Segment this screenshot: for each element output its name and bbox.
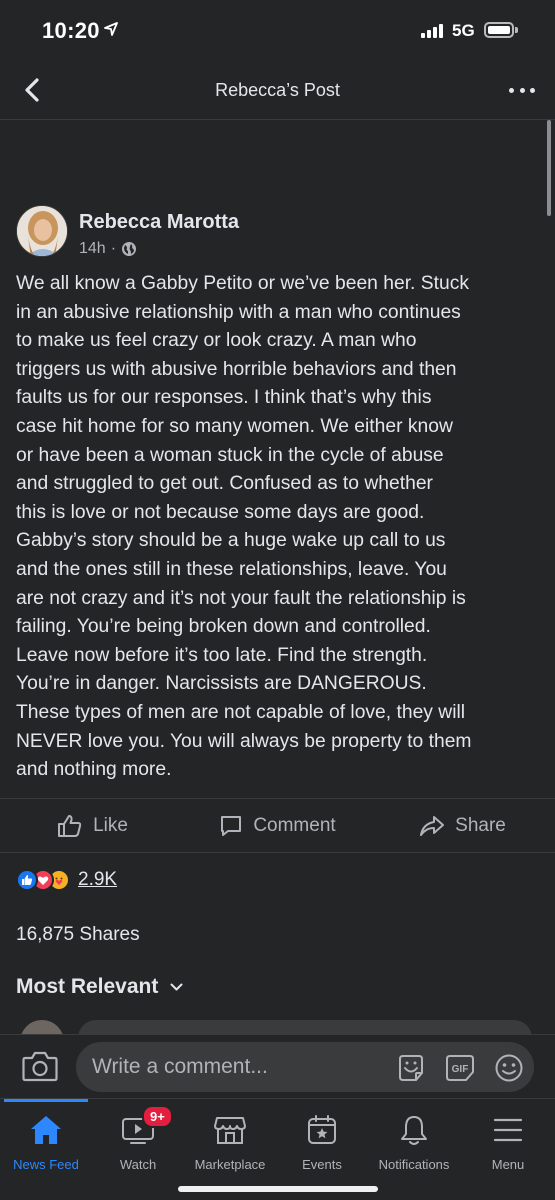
tab-watch[interactable]: 9+ Watch bbox=[88, 1105, 188, 1172]
page-title: Rebecca’s Post bbox=[215, 80, 340, 100]
home-icon bbox=[31, 1116, 61, 1144]
post-text-line: this is love or not because some days ar… bbox=[16, 501, 425, 523]
scroll-indicator bbox=[547, 120, 551, 216]
post-header: Rebecca’s Post bbox=[0, 62, 555, 120]
reaction-count[interactable]: 2.9K bbox=[78, 869, 117, 891]
tab-marketplace[interactable]: Marketplace bbox=[180, 1111, 280, 1172]
post-text-line: You’re in danger. Narcissists are DANGER… bbox=[16, 673, 427, 695]
avatar-sticker-button[interactable] bbox=[396, 1053, 426, 1088]
tab-label: Marketplace bbox=[194, 1157, 266, 1172]
chevron-down-icon bbox=[170, 983, 183, 990]
comment-icon bbox=[221, 815, 242, 836]
tab-notifications[interactable]: Notifications bbox=[364, 1111, 464, 1172]
svg-text:GIF: GIF bbox=[452, 1064, 469, 1075]
post-author-row: Rebecca Marotta 14h · bbox=[16, 203, 536, 263]
post-text-line: or have been a woman stuck in the cycle … bbox=[16, 444, 444, 466]
globe-icon bbox=[122, 242, 137, 256]
comment-composer: GIF bbox=[0, 1034, 555, 1098]
network-type: 5G bbox=[452, 21, 475, 40]
post-text-line: and the ones still in these relationship… bbox=[16, 558, 447, 580]
emoji-icon bbox=[495, 1054, 523, 1082]
post-text-line: in an abusive relationship with a man wh… bbox=[16, 301, 461, 323]
avatar-image bbox=[17, 206, 67, 256]
post-text-line: and struggled to get out. Confused as to… bbox=[16, 473, 433, 495]
post-text: We all know a Gabby Petito or we’ve been… bbox=[16, 270, 544, 785]
tab-news-feed[interactable]: News Feed bbox=[0, 1111, 96, 1172]
tab-label: News Feed bbox=[13, 1157, 79, 1172]
like-label: Like bbox=[93, 814, 128, 836]
camera-button[interactable] bbox=[22, 1050, 58, 1087]
comment-button[interactable]: Comment bbox=[185, 814, 370, 838]
avatar[interactable] bbox=[16, 205, 68, 257]
status-time: 10:20 bbox=[42, 18, 100, 43]
reactions-summary[interactable]: 2.9K bbox=[16, 866, 117, 894]
gif-icon: GIF bbox=[446, 1055, 474, 1081]
marketplace-shop-icon bbox=[214, 1117, 246, 1144]
battery-icon bbox=[484, 22, 514, 38]
post-text-line: Gabby’s story should be a huge wake up c… bbox=[16, 530, 446, 552]
signal-icon bbox=[421, 24, 443, 38]
author-name[interactable]: Rebecca Marotta bbox=[79, 211, 239, 234]
post-meta: 14h · bbox=[79, 240, 137, 258]
thumbs-up-icon bbox=[58, 814, 82, 837]
share-arrow-icon bbox=[420, 815, 445, 836]
camera-icon bbox=[22, 1051, 58, 1082]
calendar-star-icon bbox=[308, 1115, 336, 1144]
comment-label: Comment bbox=[253, 814, 336, 836]
battery-tip bbox=[515, 27, 518, 33]
gif-button[interactable]: GIF bbox=[444, 1053, 476, 1088]
like-reaction-icon bbox=[16, 869, 38, 891]
post-text-line: failing. You’re being broken down and co… bbox=[16, 616, 431, 638]
comment-box: GIF bbox=[76, 1042, 534, 1092]
post-text-line: case hit home for so many women. We eith… bbox=[16, 415, 453, 437]
post-text-line: triggers us with abusive horrible behavi… bbox=[16, 358, 457, 380]
share-label: Share bbox=[455, 814, 506, 836]
emoji-button[interactable] bbox=[494, 1053, 524, 1088]
post-action-bar: Like Comment Share bbox=[0, 798, 555, 853]
notification-badge: 9+ bbox=[142, 1105, 173, 1128]
share-button[interactable]: Share bbox=[370, 815, 555, 837]
home-indicator bbox=[178, 1186, 378, 1192]
tab-label: Notifications bbox=[378, 1157, 450, 1172]
comment-sort-dropdown[interactable]: Most Relevant bbox=[16, 975, 183, 999]
tab-menu[interactable]: Menu bbox=[458, 1111, 555, 1172]
post-text-line: Leave now before it’s too late. Find the… bbox=[16, 644, 428, 666]
tab-label: Watch bbox=[119, 1157, 157, 1172]
share-count[interactable]: 16,875 Shares bbox=[16, 924, 140, 946]
hamburger-menu-icon bbox=[493, 1118, 523, 1142]
tab-label: Menu bbox=[491, 1157, 525, 1172]
tab-label: Events bbox=[302, 1157, 342, 1172]
active-tab-indicator bbox=[4, 1099, 88, 1102]
sort-label: Most Relevant bbox=[16, 975, 159, 998]
post-text-line: are not crazy and it’s not your fault th… bbox=[16, 587, 466, 609]
post-text-line: to make us feel crazy or look crazy. A m… bbox=[16, 330, 417, 352]
bell-icon bbox=[401, 1116, 427, 1145]
bottom-tab-bar: News Feed 9+ Watch Marketplace Events No… bbox=[0, 1098, 555, 1200]
post-text-line: NEVER love you. You will always be prope… bbox=[16, 730, 472, 752]
post-text-line: faults us for our responses. I think tha… bbox=[16, 387, 432, 409]
status-bar: 10:20 5G bbox=[0, 0, 555, 62]
post-text-line: and nothing more. bbox=[16, 759, 172, 781]
comment-input[interactable] bbox=[92, 1042, 392, 1092]
more-options-button[interactable] bbox=[509, 78, 535, 102]
tab-events[interactable]: Events bbox=[272, 1111, 372, 1172]
location-arrow-icon bbox=[104, 22, 118, 36]
post-time[interactable]: 14h bbox=[79, 240, 106, 258]
post-text-line: These types of men are not capable of lo… bbox=[16, 701, 466, 723]
meta-separator: · bbox=[110, 240, 117, 257]
like-button[interactable]: Like bbox=[0, 814, 185, 838]
avatar-sticker-icon bbox=[399, 1055, 423, 1081]
post-text-line: We all know a Gabby Petito or we’ve been… bbox=[16, 273, 469, 294]
